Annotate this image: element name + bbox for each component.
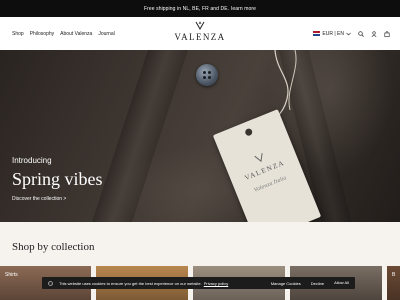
hero-title: Spring vibes: [12, 169, 103, 189]
announcement-text: Free shipping in NL, BE, FR and DE.: [143, 5, 230, 12]
privacy-policy-link[interactable]: Privacy policy: [204, 281, 228, 286]
header-tools: EUR | EN: [313, 17, 390, 50]
chevron-down-icon: [346, 32, 351, 35]
collection-card-label: B: [392, 272, 396, 278]
hero-cta-link[interactable]: Discover the collection >: [12, 196, 66, 202]
cookie-text: This website uses cookies to ensure you …: [59, 280, 202, 286]
decline-button[interactable]: Decline: [311, 281, 324, 286]
allow-all-button[interactable]: Allow All: [334, 280, 349, 286]
tag-hole: [244, 127, 254, 137]
collection-title: Shop by collection: [12, 241, 95, 253]
cookie-actions: Manage Cookies Decline Allow All: [271, 280, 349, 286]
learn-more-link[interactable]: learn more: [231, 6, 256, 12]
button-hole: [203, 76, 206, 79]
tag-logo-icon: [254, 153, 263, 163]
shirt-button: [196, 64, 218, 86]
currency-selector[interactable]: EUR | EN: [313, 31, 351, 37]
logo-mark-icon: [195, 21, 205, 31]
cookie-icon: [48, 280, 53, 286]
manage-cookies-button[interactable]: Manage Cookies: [271, 281, 301, 286]
button-hole: [203, 71, 206, 74]
flag-icon: [313, 31, 321, 37]
site-header: Shop Philosophy About Valenza Journal VA…: [0, 17, 400, 50]
hero-banner[interactable]: VALENZA Valenza Italia Introducing Sprin…: [0, 50, 400, 222]
collection-card[interactable]: B: [387, 266, 400, 300]
collection-card-label: Shirts: [5, 272, 18, 278]
button-hole: [208, 71, 211, 74]
hero-intro: Introducing: [12, 156, 52, 165]
currency-label: EUR | EN: [322, 30, 344, 37]
account-icon[interactable]: [371, 30, 377, 37]
fabric-fold: [92, 50, 188, 222]
announcement-bar: Free shipping in NL, BE, FR and DE. lear…: [0, 0, 400, 17]
search-icon[interactable]: [358, 30, 364, 37]
cart-icon[interactable]: [384, 30, 390, 37]
cookie-banner: This website uses cookies to ensure you …: [42, 277, 355, 289]
button-hole: [208, 76, 211, 79]
